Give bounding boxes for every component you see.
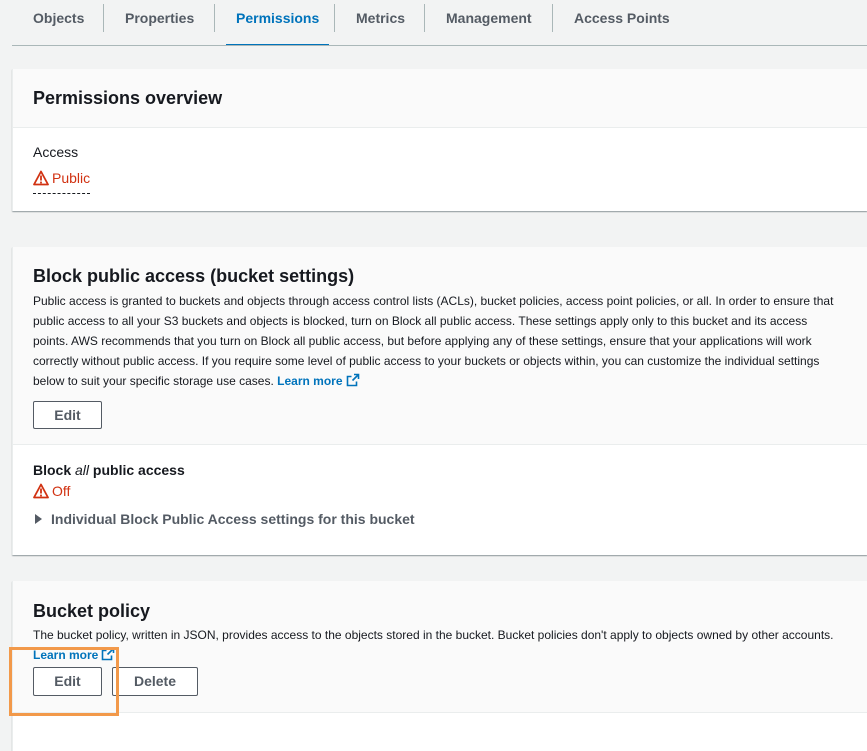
expander-label: Individual Block Public Access settings … bbox=[51, 511, 415, 527]
panel-title: Bucket policy bbox=[33, 601, 151, 621]
tab-metrics[interactable]: Metrics bbox=[356, 0, 405, 46]
block-all-public-access-label: Block all public access bbox=[33, 462, 185, 478]
block-all-status: Off bbox=[33, 483, 70, 504]
external-link-icon bbox=[346, 373, 360, 393]
setting-suffix: public access bbox=[89, 462, 185, 478]
tab-separator bbox=[103, 4, 104, 32]
block-all-value: Off bbox=[52, 483, 71, 499]
bucket-policy-panel: Bucket policy The bucket policy, written… bbox=[12, 581, 867, 751]
individual-settings-expander[interactable]: Individual Block Public Access settings … bbox=[35, 511, 415, 527]
tab-management[interactable]: Management bbox=[446, 0, 532, 46]
panel-title: Permissions overview bbox=[33, 88, 223, 108]
learn-more-label: Learn more bbox=[33, 648, 99, 662]
permissions-overview-panel: Permissions overview Access Public bbox=[12, 69, 867, 211]
description-text: Public access is granted to buckets and … bbox=[33, 294, 834, 388]
tab-bar: Objects Properties Permissions Metrics M… bbox=[0, 0, 867, 46]
tab-separator bbox=[424, 4, 425, 32]
panel-header: Bucket policy The bucket policy, written… bbox=[13, 581, 867, 713]
block-public-access-panel: Block public access (bucket settings) Pu… bbox=[12, 247, 867, 555]
panel-header: Permissions overview bbox=[13, 69, 867, 128]
delete-bucket-policy-button[interactable]: Delete bbox=[112, 667, 198, 696]
external-link-icon bbox=[101, 647, 115, 667]
learn-more-label: Learn more bbox=[277, 374, 343, 388]
tab-underline-rule bbox=[12, 45, 867, 46]
panel-header: Block public access (bucket settings) Pu… bbox=[13, 247, 867, 445]
edit-block-public-access-button[interactable]: Edit bbox=[33, 401, 102, 429]
setting-prefix: Block bbox=[33, 462, 76, 478]
learn-more-link[interactable]: Learn more bbox=[33, 647, 115, 662]
tab-objects[interactable]: Objects bbox=[33, 0, 84, 46]
caret-right-icon bbox=[35, 514, 42, 524]
access-label: Access bbox=[33, 144, 79, 160]
edit-bucket-policy-button[interactable]: Edit bbox=[33, 667, 102, 696]
warning-icon bbox=[33, 483, 49, 504]
tab-separator bbox=[214, 4, 215, 32]
tab-separator bbox=[552, 4, 553, 32]
tab-permissions[interactable]: Permissions bbox=[226, 0, 330, 46]
panel-description: The bucket policy, written in JSON, prov… bbox=[33, 625, 845, 667]
learn-more-link[interactable]: Learn more bbox=[277, 373, 359, 388]
warning-icon bbox=[33, 170, 49, 191]
panel-description: Public access is granted to buckets and … bbox=[33, 291, 845, 393]
access-value: Public bbox=[52, 170, 91, 186]
tab-access-points[interactable]: Access Points bbox=[574, 0, 670, 46]
setting-emphasis: all bbox=[75, 462, 90, 478]
access-status[interactable]: Public bbox=[33, 170, 91, 194]
tab-separator bbox=[334, 4, 335, 32]
tab-properties[interactable]: Properties bbox=[125, 0, 194, 46]
panel-title: Block public access (bucket settings) bbox=[33, 266, 355, 286]
description-text: The bucket policy, written in JSON, prov… bbox=[33, 628, 834, 642]
